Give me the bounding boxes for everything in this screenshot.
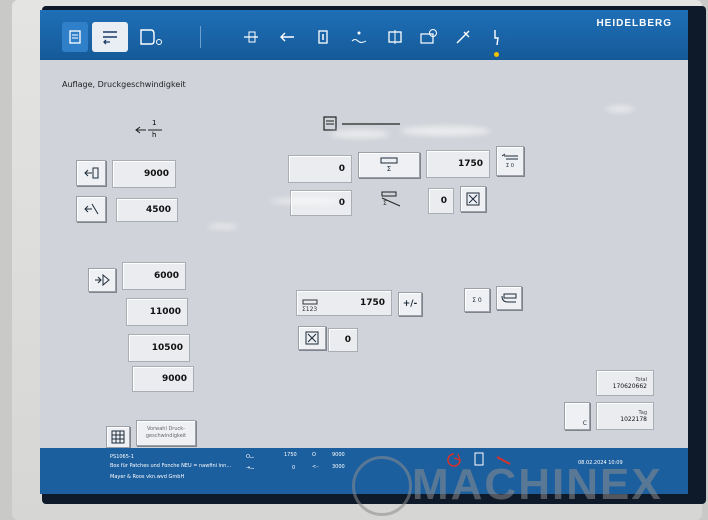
- screen-glare: [270, 198, 340, 204]
- watermark-logo: [352, 456, 412, 516]
- reduced-speed-field[interactable]: 4500: [116, 198, 178, 222]
- camera-icon[interactable]: [414, 22, 444, 52]
- day-box: Tag 1022178: [596, 402, 654, 430]
- top-toolbar: HEIDELBERG: [40, 10, 688, 60]
- display-screen: HEIDELBERG Auflage, Druckgeschwindigkeit…: [40, 10, 688, 494]
- speed-b: 3000: [332, 464, 345, 470]
- speed-a: 9000: [332, 452, 345, 458]
- toolbar-separator: [200, 26, 201, 48]
- reset-stack-button[interactable]: [496, 286, 522, 310]
- plate-icon[interactable]: [380, 22, 410, 52]
- svg-text:Σ: Σ: [383, 200, 387, 207]
- keypad-icon: [111, 430, 125, 444]
- customer-name: Mayer & Roos vkn.wvd GmbH: [110, 474, 185, 480]
- status-arrow-icon: <–: [312, 464, 319, 470]
- reduced-speed-button[interactable]: [76, 196, 106, 222]
- waste-counter-button[interactable]: [298, 326, 326, 350]
- speed-unit-label: 1 h: [134, 118, 164, 142]
- sigma-zero-button[interactable]: Σ 0: [464, 288, 490, 312]
- preset-select-button[interactable]: [88, 268, 116, 292]
- sigma-counter-button[interactable]: Σ: [358, 152, 420, 178]
- clear-day-button[interactable]: C: [564, 402, 590, 430]
- screen-glare: [330, 130, 390, 138]
- tools-icon[interactable]: [448, 22, 478, 52]
- status-ring-icon: O: [312, 452, 316, 458]
- reset-counter-icon: Σ: [380, 190, 402, 212]
- current-speed-field[interactable]: 9000: [112, 160, 176, 188]
- arrow-left-icon: [135, 126, 162, 134]
- sigma-label: Σ: [386, 165, 392, 173]
- job-id: PS1065-1: [110, 454, 134, 460]
- production-data-icon[interactable]: [62, 22, 88, 52]
- register-icon[interactable]: [236, 22, 266, 52]
- counter-mid-field[interactable]: 0: [428, 188, 454, 214]
- count-b: 0: [292, 465, 296, 471]
- sheet-counter-button[interactable]: Σ 0: [496, 146, 524, 176]
- keypad-button[interactable]: [106, 426, 130, 448]
- brand-logo: HEIDELBERG: [596, 18, 672, 29]
- feeder-status-icon: O⌴: [246, 454, 254, 460]
- preset-arrow-icon: [95, 273, 110, 287]
- waste-counter-field[interactable]: 0: [328, 328, 358, 352]
- power-icon[interactable]: [482, 22, 510, 52]
- speed-unit-denominator: h: [152, 131, 157, 139]
- preset-speed-button[interactable]: Vorwahl Druck- geschwindigkeit: [136, 420, 196, 446]
- sigma-zero-label: Σ 0: [472, 296, 482, 304]
- stack-icon: [501, 153, 518, 160]
- printing-unit-icon[interactable]: [132, 22, 170, 52]
- preset-value-2[interactable]: 11000: [126, 298, 188, 326]
- total-value: 170620662: [612, 382, 647, 390]
- plus-minus-button[interactable]: +/-: [398, 292, 422, 316]
- feeder-icon[interactable]: [308, 22, 338, 52]
- preset-value-1[interactable]: 6000: [122, 262, 186, 290]
- counter-left-field[interactable]: 0: [288, 155, 352, 183]
- total-counter-sub: Σ123: [302, 306, 318, 313]
- speed-run-icon: [84, 167, 99, 179]
- run-speed-button[interactable]: [76, 160, 106, 186]
- waste-counter-icon: [305, 331, 319, 345]
- watermark: MACHINEX: [412, 460, 663, 509]
- ink-icon[interactable]: [344, 22, 374, 52]
- waste-sheet-icon: [466, 192, 480, 206]
- active-indicator: [494, 52, 499, 57]
- counter-right-field[interactable]: 1750: [426, 150, 490, 178]
- settings-icon[interactable]: [92, 22, 128, 52]
- preset-value-3[interactable]: 10500: [128, 334, 190, 362]
- waste-sheet-button[interactable]: [460, 186, 486, 212]
- arrow-left-icon[interactable]: [272, 22, 302, 52]
- screen-glare: [400, 126, 490, 136]
- sheet-counter-sub: Σ 0: [506, 163, 514, 169]
- screen-glare: [606, 106, 634, 112]
- speed-reduce-icon: [84, 203, 99, 215]
- reset-stack-icon: [501, 293, 517, 303]
- job-description: Box für Patches und Fonche NEU = nawfini…: [110, 463, 232, 469]
- screen-glare: [208, 224, 238, 229]
- preset-value-4[interactable]: 9000: [132, 366, 194, 392]
- counter-icon: [380, 157, 398, 164]
- total-box: Total 170620662: [596, 370, 654, 396]
- page-title: Auflage, Druckgeschwindigkeit: [62, 80, 186, 89]
- delivery-status-icon: ⇥⌴: [246, 465, 255, 471]
- day-value: 1022178: [620, 415, 647, 423]
- speed-unit-numerator: 1: [152, 119, 157, 127]
- count-a: 1750: [284, 452, 297, 458]
